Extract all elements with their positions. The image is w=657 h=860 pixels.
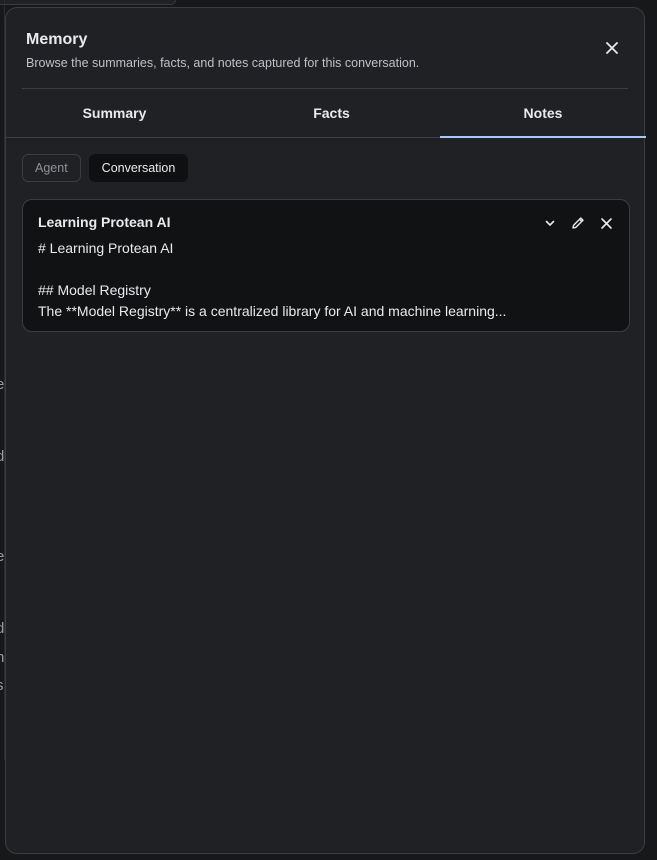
dialog-header: Memory Browse the summaries, facts, and … (26, 30, 584, 71)
dialog-subtitle: Browse the summaries, facts, and notes c… (26, 56, 420, 70)
memory-tabs: Summary Facts Notes (6, 89, 646, 138)
tab-label: Notes (523, 105, 563, 121)
background-text-fragment: d (0, 448, 5, 465)
note-line: ## Model Registry (38, 282, 151, 298)
background-text-fragment: e (0, 548, 5, 565)
close-icon (606, 42, 618, 54)
chip-conversation[interactable]: Conversation (88, 154, 189, 182)
note-line: # Learning Protean AI (38, 240, 174, 256)
tab-label: Summary (82, 105, 147, 121)
note-title: Learning Protean AI (38, 214, 171, 230)
memory-dialog: Memory Browse the summaries, facts, and … (5, 7, 646, 854)
note-line-blank (38, 259, 611, 280)
note-actions (541, 214, 615, 232)
background-text-fragment: e (0, 376, 5, 393)
tab-notes[interactable]: Notes (440, 89, 646, 138)
edit-note-button[interactable] (569, 214, 587, 232)
close-icon (600, 217, 612, 229)
scope-filter: Agent Conversation (22, 154, 189, 182)
background-text-fragment: s (0, 677, 4, 694)
close-dialog-button[interactable] (602, 38, 622, 58)
delete-note-button[interactable] (597, 214, 615, 232)
background-text-fragment: n (0, 649, 5, 666)
pencil-icon (572, 217, 584, 229)
tab-summary[interactable]: Summary (6, 89, 223, 137)
chevron-down-icon (545, 220, 555, 226)
chip-agent[interactable]: Agent (22, 154, 81, 182)
expand-note-button[interactable] (541, 214, 559, 232)
tab-label: Facts (313, 105, 350, 121)
note-card[interactable]: Learning Protean AI # Learning Protean A… (22, 199, 630, 332)
background-tab-strip (0, 0, 176, 5)
dialog-title: Memory (26, 31, 88, 48)
tab-facts[interactable]: Facts (223, 89, 440, 137)
note-line: The **Model Registry** is a centralized … (38, 303, 507, 319)
background-text-fragment: d (0, 620, 5, 637)
note-preview: # Learning Protean AI ## Model Registry … (38, 238, 611, 322)
